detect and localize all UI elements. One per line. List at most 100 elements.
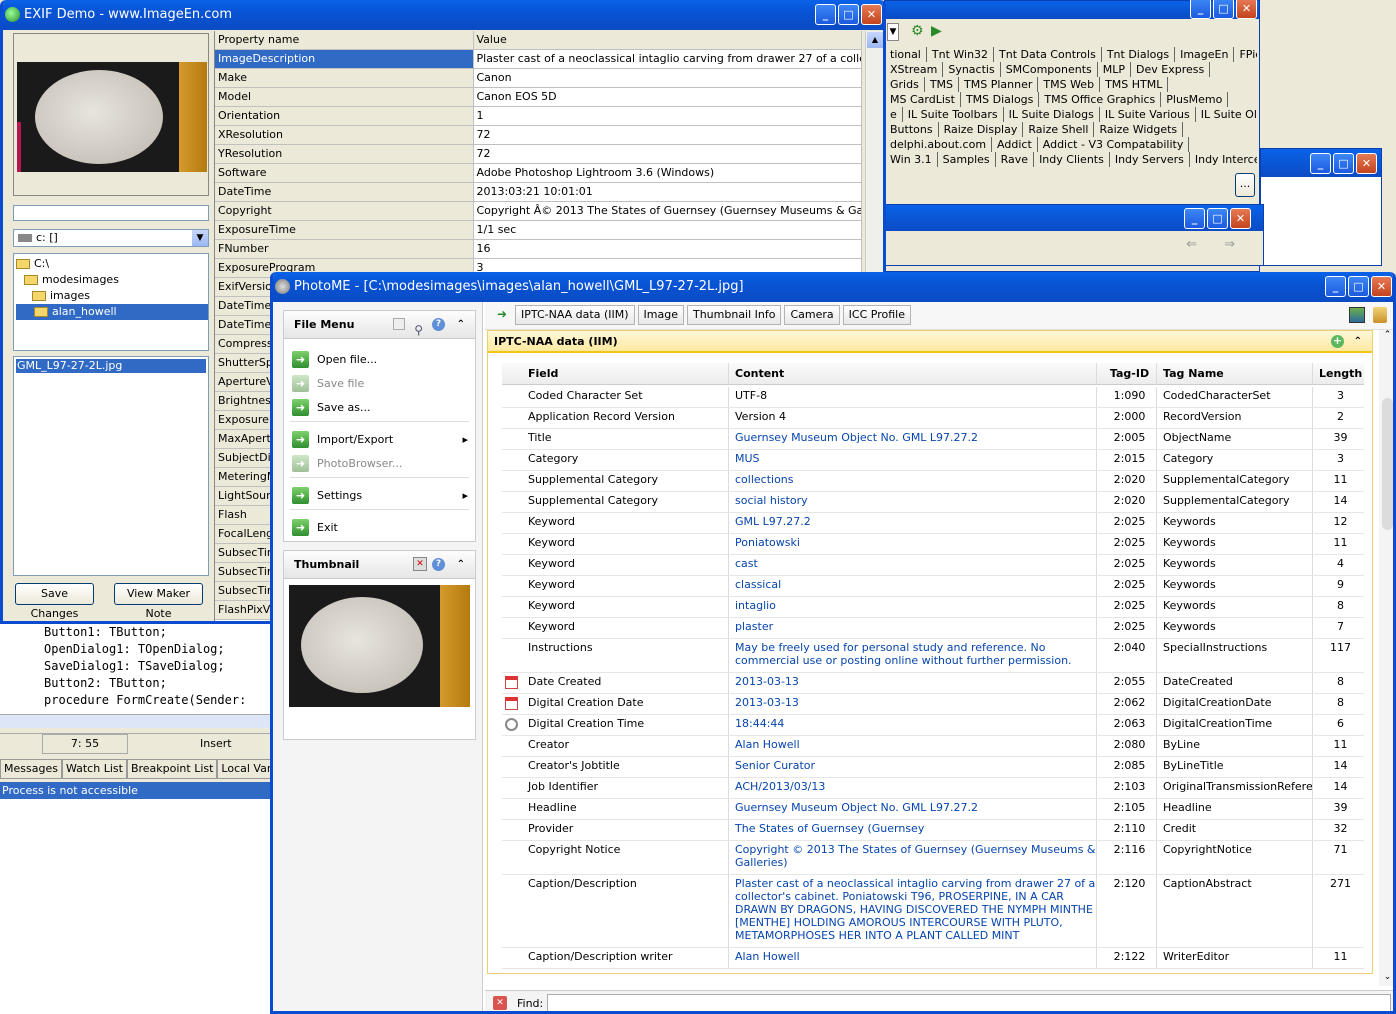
content-cell[interactable]: cast (728, 555, 1096, 575)
grid-row[interactable]: Orientation 1 (215, 106, 862, 126)
table-row[interactable]: Keyword plaster 2:025 Keywords 7 (502, 618, 1364, 639)
chevron-down-icon[interactable]: ▼ (192, 230, 208, 246)
palette-tab[interactable]: Tnt Win32 (927, 47, 995, 62)
content-cell[interactable]: Guernsey Museum Object No. GML L97.27.2 (728, 429, 1096, 449)
forward-arrow-icon[interactable]: ⇒ (1224, 237, 1235, 252)
palette-tab[interactable]: TMS Web (1038, 77, 1101, 92)
grid-row[interactable]: Make Canon (215, 68, 862, 88)
directory-tree[interactable]: C:\ modesimages images alan_howell (13, 253, 209, 351)
tab[interactable]: Thumbnail Info (686, 305, 782, 325)
grid-row[interactable]: FNumber 16 (215, 239, 862, 259)
palette-tab[interactable]: Indy Intercepts (1190, 152, 1257, 167)
palette-tab[interactable]: Tnt Dialogs (1102, 47, 1176, 62)
column-header[interactable]: Field (522, 363, 728, 384)
content-cell[interactable]: Alan Howell (728, 736, 1096, 756)
content-cell[interactable]: GML L97.27.2 (728, 513, 1096, 533)
minimize-button[interactable]: _ (815, 4, 836, 25)
palette-tab[interactable]: IL Suite Toolbars (903, 107, 1004, 122)
collapse-icon[interactable]: ⌃ (457, 551, 465, 579)
palette-tab[interactable]: TMS HTML (1100, 77, 1169, 92)
scroll-up-icon[interactable]: ▲ (867, 32, 883, 48)
column-header[interactable]: Length (1312, 363, 1362, 384)
maximize-button[interactable]: □ (1213, 0, 1234, 19)
table-row[interactable]: Instructions May be freely used for perso… (502, 639, 1364, 673)
property-value[interactable]: Canon EOS 5D (473, 87, 862, 107)
more-button[interactable]: ... (1235, 173, 1255, 197)
content-cell[interactable]: intaglio (728, 597, 1096, 617)
palette-tab[interactable]: TMS Office Graphics (1039, 92, 1162, 107)
content-cell[interactable]: Alan Howell (728, 948, 1096, 968)
table-row[interactable]: Job Identifier ACH/2013/03/13 2:103 Origina… (502, 778, 1364, 799)
palette-tab[interactable]: TMS Dialogs (961, 92, 1040, 107)
tree-item[interactable]: images (14, 288, 208, 304)
palette-tab[interactable]: IL Suite Old (1196, 107, 1257, 122)
content-cell[interactable]: social history (728, 492, 1096, 512)
palette-tab[interactable]: PlusMemo (1161, 92, 1229, 107)
tab[interactable]: Camera (784, 305, 840, 325)
property-value[interactable]: 1 (473, 106, 862, 126)
minimize-button[interactable]: _ (1190, 0, 1211, 19)
palette-tab[interactable]: e (885, 107, 903, 122)
table-row[interactable]: Keyword cast 2:025 Keywords 4 (502, 555, 1364, 576)
content-cell[interactable]: The States of Guernsey (Guernsey (728, 820, 1096, 840)
palette-tab[interactable]: Samples (938, 152, 996, 167)
palette-tab[interactable]: Addict - V3 Compatability (1038, 137, 1190, 152)
palette-tab[interactable]: Dev Express (1131, 62, 1211, 77)
grid-row[interactable]: DateTime 2013:03:21 10:01:01 (215, 182, 862, 202)
content-cell[interactable]: Plaster cast of a neoclassical intaglio … (728, 875, 1096, 947)
palette-tab[interactable]: Buttons (885, 122, 939, 137)
property-value[interactable]: Plaster cast of a neoclassical intaglio … (473, 49, 862, 69)
maximize-button[interactable]: □ (1348, 276, 1369, 297)
column-header[interactable]: Tag-ID (1096, 363, 1156, 384)
property-value[interactable]: Canon (473, 68, 862, 88)
property-value[interactable]: 72 (473, 125, 862, 145)
palette-tab[interactable]: Grids (885, 77, 925, 92)
palette-tab[interactable]: Raize Display (939, 122, 1024, 137)
table-row[interactable]: Headline Guernsey Museum Object No. GML L… (502, 799, 1364, 820)
clear-icon[interactable] (1373, 307, 1387, 323)
content-cell[interactable]: Version 4 (728, 408, 1096, 428)
content-cell[interactable]: Copyright © 2013 The States of Guernsey … (728, 841, 1096, 874)
column-header[interactable]: Tag Name (1156, 363, 1312, 384)
palette-tab[interactable]: Raize Shell (1023, 122, 1095, 137)
grid-row[interactable]: Copyright Copyright Â© 2013 The States of… (215, 201, 862, 221)
table-row[interactable]: Keyword classical 2:025 Keywords 9 (502, 576, 1364, 597)
search-icon[interactable]: ⚲ (414, 316, 423, 344)
table-row[interactable]: Date Created 2013-03-13 2:055 DateCreated 8 (502, 673, 1364, 694)
content-cell[interactable]: ACH/2013/03/13 (728, 778, 1096, 798)
close-button[interactable]: ✕ (1356, 153, 1377, 174)
scroll-up-icon[interactable]: ⌃ (1379, 330, 1393, 344)
table-row[interactable]: Creator's Jobtitle Senior Curator 2:085 ByL… (502, 757, 1364, 778)
add-icon[interactable]: + (1331, 335, 1344, 348)
table-row[interactable]: Creator Alan Howell 2:080 ByLine 11 (502, 736, 1364, 757)
tree-item[interactable]: modesimages (14, 272, 208, 288)
tab[interactable]: IPTC-NAA data (IIM) (515, 305, 635, 325)
table-row[interactable]: Category MUS 2:015 Category 3 (502, 450, 1364, 471)
save-changes-button[interactable]: Save Changes (15, 583, 94, 620)
palette-tab[interactable]: IL Suite Dialogs (1004, 107, 1100, 122)
palette-tab[interactable]: Indy Servers (1110, 152, 1190, 167)
palette-tab[interactable]: TMS Planner (959, 77, 1039, 92)
palette-tab[interactable]: MS CardList (885, 92, 961, 107)
vertical-scrollbar[interactable]: ⌃ ⌄ (1379, 330, 1393, 986)
table-row[interactable]: Keyword GML L97.27.2 2:025 Keywords 12 (502, 513, 1364, 534)
close-find-icon[interactable]: ✕ (493, 996, 507, 1010)
palette-tab[interactable]: SMComponents (1001, 62, 1098, 77)
close-button[interactable]: ✕ (861, 4, 882, 25)
ide-tab[interactable]: Messages (0, 759, 62, 779)
palette-tab[interactable]: XStream (885, 62, 944, 77)
grid-row[interactable]: ExposureTime 1/1 sec (215, 220, 862, 240)
content-cell[interactable]: 2013-03-13 (728, 694, 1096, 714)
palette-tab[interactable]: Win 3.1 (885, 152, 938, 167)
content-cell[interactable]: UTF-8 (728, 387, 1096, 407)
property-value[interactable]: 1/1 sec (473, 220, 862, 240)
minimize-button[interactable]: _ (1310, 153, 1331, 174)
maximize-button[interactable]: □ (1207, 208, 1228, 229)
menu-item[interactable]: ➜ Settings ▸ (292, 487, 468, 504)
horizontal-scrollbar[interactable] (0, 714, 272, 728)
minimize-button[interactable]: _ (1325, 276, 1346, 297)
table-row[interactable]: Application Record Version Version 4 2:000… (502, 408, 1364, 429)
ide-tab[interactable]: Watch List (61, 759, 127, 779)
tab[interactable]: ICC Profile (842, 305, 911, 325)
table-row[interactable]: Provider The States of Guernsey (Guernsey… (502, 820, 1364, 841)
